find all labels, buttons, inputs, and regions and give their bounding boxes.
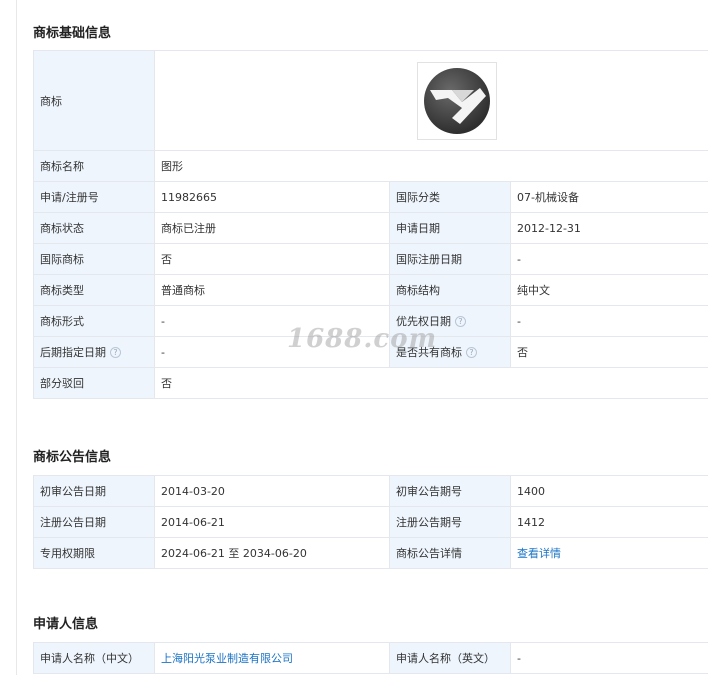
apply-date-value: 2012-12-31 (509, 212, 708, 244)
reg-announce-no-label: 注册公告期号 (389, 506, 511, 538)
exclusive-label: 专用权期限 (33, 537, 155, 569)
announce-info-table: 初审公告日期 2014-03-20 初审公告期号 1400 注册公告日期 201… (33, 475, 708, 569)
table-row: 申请/注册号 11982665 国际分类 07-机械设备 (33, 181, 708, 213)
question-circle-icon[interactable]: ? (110, 347, 121, 358)
logo-label: 商标 (33, 50, 155, 151)
priority-date-cell: 优先权日期? (389, 305, 511, 337)
reg-date-value: 2014-06-21 (154, 506, 390, 538)
table-row: 商标 (33, 50, 708, 151)
form-value: - (154, 305, 390, 337)
table-row: 商标状态 商标已注册 申请日期 2012-12-31 (33, 212, 708, 244)
status-label: 商标状态 (33, 212, 155, 244)
reg-date-label: 注册公告日期 (33, 506, 155, 538)
prelim-date-label: 初审公告日期 (33, 475, 155, 507)
table-row: 专用权期限 2024-06-21 至 2034-06-20 商标公告详情 查看详… (33, 537, 708, 569)
announce-info-title: 商标公告信息 (33, 450, 112, 465)
apply-date-label: 申请日期 (389, 212, 511, 244)
intl-class-value: 07-机械设备 (509, 181, 708, 213)
applicant-name-cn-cell: 上海阳光泵业制造有限公司 (154, 642, 390, 674)
later-date-cell: 后期指定日期? (33, 336, 155, 368)
table-row: 商标形式 - 优先权日期? - (33, 305, 708, 337)
priority-date-value: - (509, 305, 708, 337)
priority-date-label: 优先权日期 (396, 315, 451, 328)
question-circle-icon[interactable]: ? (455, 316, 466, 327)
applicant-name-en-value: - (510, 642, 708, 674)
reg-no-value: 11982665 (154, 181, 390, 213)
shared-value: 否 (509, 336, 708, 368)
reg-no-label: 申请/注册号 (33, 181, 155, 213)
structure-value: 纯中文 (509, 274, 708, 306)
detail-label: 商标公告详情 (389, 537, 511, 569)
later-date-value: - (154, 336, 390, 368)
table-row: 国际商标 否 国际注册日期 - (33, 243, 708, 275)
status-value: 商标已注册 (154, 212, 390, 244)
partial-reject-value: 否 (153, 367, 708, 399)
trademark-logo-icon (424, 67, 490, 134)
logo-cell (153, 50, 708, 151)
shared-label: 是否共有商标 (396, 346, 462, 359)
intl-mark-value: 否 (154, 243, 390, 275)
exclusive-value: 2024-06-21 至 2034-06-20 (154, 537, 390, 569)
intl-reg-date-value: - (509, 243, 708, 275)
intl-reg-date-label: 国际注册日期 (389, 243, 511, 275)
intl-mark-label: 国际商标 (33, 243, 155, 275)
type-value: 普通商标 (154, 274, 390, 306)
prelim-no-value: 1400 (510, 475, 708, 507)
trademark-image[interactable] (417, 61, 497, 140)
table-row: 申请人名称（中文） 上海阳光泵业制造有限公司 申请人名称（英文） - (33, 642, 708, 674)
prelim-no-label: 初审公告期号 (389, 475, 511, 507)
applicant-company-link[interactable]: 上海阳光泵业制造有限公司 (161, 652, 293, 665)
applicant-name-cn-label: 申请人名称（中文） (33, 642, 155, 674)
applicant-info-table: 申请人名称（中文） 上海阳光泵业制造有限公司 申请人名称（英文） - (33, 642, 708, 674)
reg-announce-no-value: 1412 (510, 506, 708, 538)
type-label: 商标类型 (33, 274, 155, 306)
basic-info-title: 商标基础信息 (33, 26, 112, 41)
basic-info-table: 商标 商标名称 图形 申请/注册号 11982665 国际分类 07-机械设备 … (33, 50, 708, 399)
applicant-name-en-label: 申请人名称（英文） (389, 642, 511, 674)
left-divider (16, 0, 17, 675)
table-row: 商标类型 普通商标 商标结构 纯中文 (33, 274, 708, 306)
name-value: 图形 (153, 150, 708, 182)
prelim-date-value: 2014-03-20 (154, 475, 390, 507)
table-row: 部分驳回 否 (33, 367, 708, 399)
partial-reject-label: 部分驳回 (33, 367, 155, 399)
table-row: 初审公告日期 2014-03-20 初审公告期号 1400 (33, 475, 708, 507)
shared-cell: 是否共有商标? (389, 336, 511, 368)
detail-cell: 查看详情 (510, 537, 708, 569)
intl-class-label: 国际分类 (389, 181, 511, 213)
view-details-link[interactable]: 查看详情 (517, 547, 561, 560)
name-label: 商标名称 (33, 150, 155, 182)
structure-label: 商标结构 (389, 274, 511, 306)
applicant-info-title: 申请人信息 (33, 617, 99, 632)
later-date-label: 后期指定日期 (40, 346, 106, 359)
table-row: 后期指定日期? - 是否共有商标? 否 (33, 336, 708, 368)
question-circle-icon[interactable]: ? (466, 347, 477, 358)
table-row: 注册公告日期 2014-06-21 注册公告期号 1412 (33, 506, 708, 538)
table-row: 商标名称 图形 (33, 150, 708, 182)
form-label: 商标形式 (33, 305, 155, 337)
